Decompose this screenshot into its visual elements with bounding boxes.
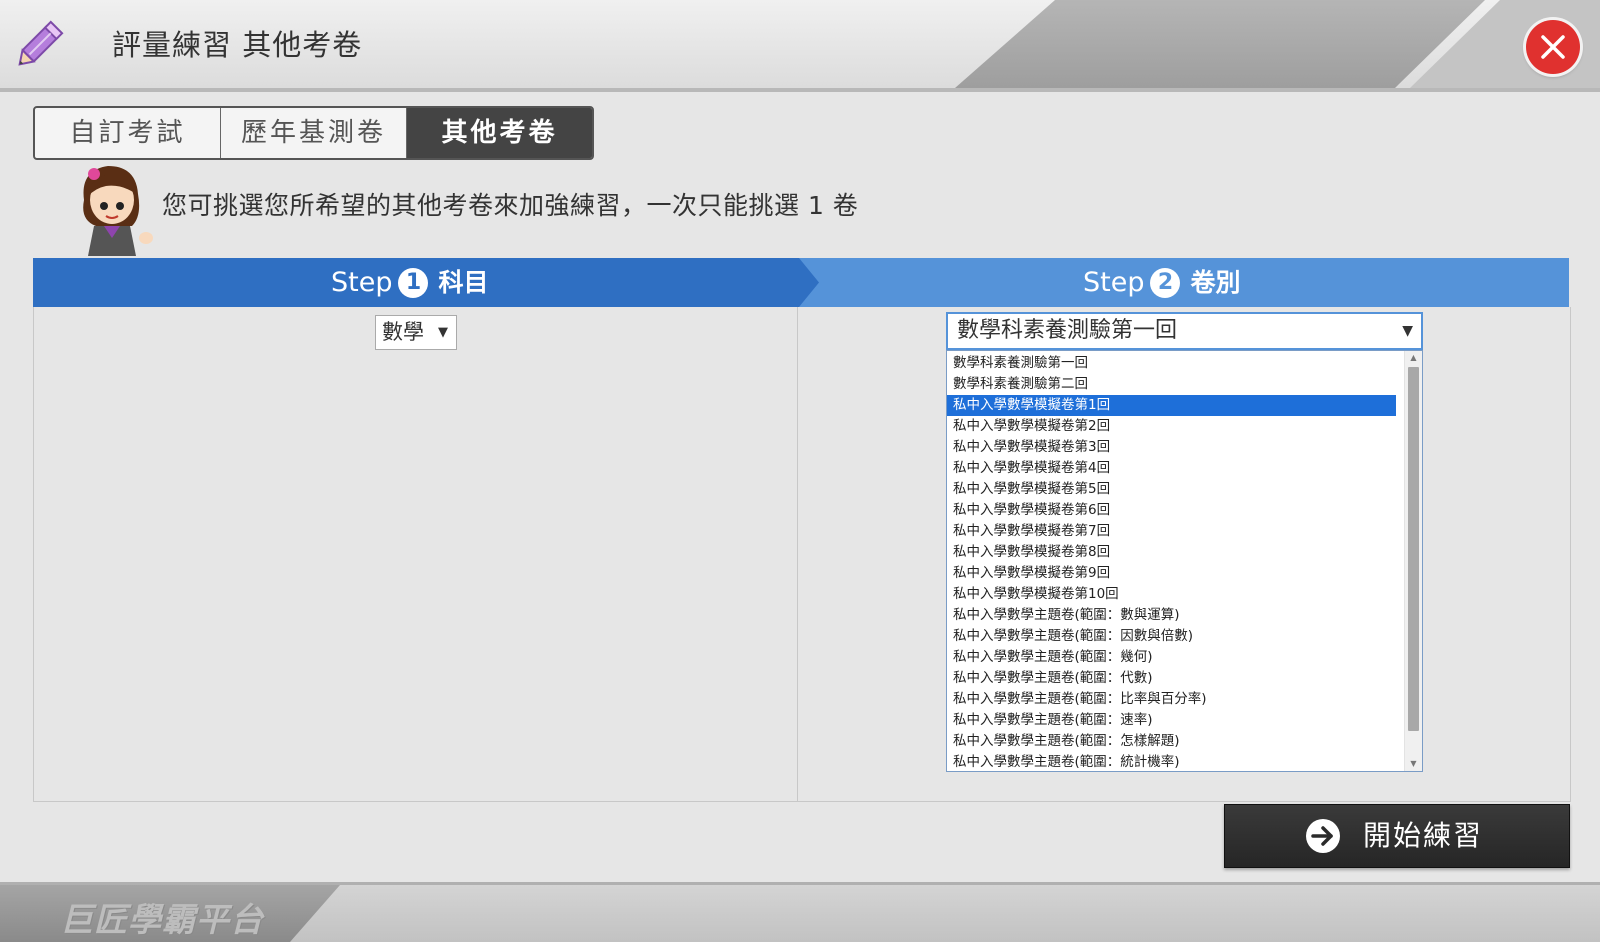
close-icon bbox=[1541, 35, 1565, 59]
tab-past-exams[interactable]: 歷年基測卷 bbox=[221, 108, 407, 158]
dropdown-option[interactable]: 私中入學數學主題卷(範圍：速率) bbox=[947, 710, 1396, 731]
tab-bar: 自訂考試 歷年基測卷 其他考卷 bbox=[33, 106, 594, 160]
dropdown-option[interactable]: 私中入學數學模擬卷第9回 bbox=[947, 563, 1396, 584]
dropdown-option[interactable]: 私中入學數學主題卷(範圍：數與運算) bbox=[947, 605, 1396, 626]
dropdown-option[interactable]: 私中入學數學主題卷(範圍：因數與倍數) bbox=[947, 626, 1396, 647]
step-1-header: Step 1 科目 bbox=[33, 258, 851, 307]
step-2-number: 2 bbox=[1150, 268, 1181, 298]
dropdown-option[interactable]: 私中入學數學模擬卷第7回 bbox=[947, 521, 1396, 542]
dropdown-scrollbar[interactable]: ▲ ▼ bbox=[1404, 351, 1422, 771]
step-1-label: Step 1 科目 bbox=[331, 258, 489, 307]
step-bar: Step 1 科目 Step 2 卷別 bbox=[33, 258, 1569, 307]
dropdown-option[interactable]: 數學科素養測驗第二回 bbox=[947, 374, 1396, 395]
scroll-down-icon[interactable]: ▼ bbox=[1405, 757, 1422, 771]
dropdown-option[interactable]: 私中入學數學主題卷(範圍：統計機率) bbox=[947, 752, 1396, 771]
dropdown-option[interactable]: 私中入學數學模擬卷第10回 bbox=[947, 584, 1396, 605]
dropdown-option[interactable]: 私中入學數學模擬卷第8回 bbox=[947, 542, 1396, 563]
step-2-title: 卷別 bbox=[1190, 268, 1241, 297]
subject-panel bbox=[33, 307, 798, 802]
scroll-thumb[interactable] bbox=[1408, 367, 1419, 731]
close-button[interactable] bbox=[1526, 20, 1580, 74]
dropdown-option[interactable]: 私中入學數學主題卷(範圍：怎樣解題) bbox=[947, 731, 1396, 752]
header-decoration bbox=[955, 0, 1485, 88]
start-practice-label: 開始練習 bbox=[1363, 819, 1484, 852]
dropdown-option[interactable]: 私中入學數學模擬卷第4回 bbox=[947, 458, 1396, 479]
scroll-up-icon[interactable]: ▲ bbox=[1405, 351, 1422, 365]
dropdown-option[interactable]: 私中入學數學模擬卷第5回 bbox=[947, 479, 1396, 500]
title-bar: 評量練習 其他考卷 bbox=[0, 0, 1600, 92]
pencil-icon bbox=[18, 20, 64, 66]
dropdown-option[interactable]: 私中入學數學模擬卷第3回 bbox=[947, 437, 1396, 458]
step-1-number: 1 bbox=[398, 268, 429, 298]
dropdown-option-highlighted[interactable]: 私中入學數學模擬卷第1回 bbox=[947, 395, 1396, 416]
step-2-prefix: Step bbox=[1083, 267, 1145, 298]
dropdown-option[interactable]: 私中入學數學主題卷(範圍：幾何) bbox=[947, 647, 1396, 668]
subject-select-value: 數學 bbox=[382, 320, 424, 344]
dropdown-option[interactable]: 私中入學數學模擬卷第6回 bbox=[947, 500, 1396, 521]
page-title: 評量練習 其他考卷 bbox=[112, 28, 363, 62]
paper-select-value: 數學科素養測驗第一回 bbox=[957, 318, 1178, 343]
girl-avatar-icon bbox=[83, 166, 153, 256]
start-practice-button[interactable]: 開始練習 bbox=[1224, 804, 1570, 868]
brand-logo: 巨匠學霸平台 bbox=[60, 900, 264, 939]
tab-other-exams[interactable]: 其他考卷 bbox=[407, 108, 592, 158]
step-1-prefix: Step bbox=[331, 267, 393, 298]
dropdown-arrow-icon: ▼ bbox=[438, 325, 448, 340]
subject-select[interactable]: 數學 ▼ bbox=[375, 315, 457, 350]
dropdown-arrow-icon: ▼ bbox=[1402, 323, 1413, 339]
paper-dropdown-list[interactable]: 數學科素養測驗第一回 數學科素養測驗第二回 私中入學數學模擬卷第1回 私中入學數… bbox=[946, 350, 1423, 772]
tab-custom-exam[interactable]: 自訂考試 bbox=[35, 108, 221, 158]
step-1-title: 科目 bbox=[438, 268, 489, 297]
arrow-right-circle-icon bbox=[1306, 819, 1340, 853]
dropdown-option[interactable]: 數學科素養測驗第一回 bbox=[947, 353, 1396, 374]
step-2-label: Step 2 卷別 bbox=[1083, 258, 1241, 307]
instruction-text: 您可挑選您所希望的其他考卷來加強練習，一次只能挑選 1 卷 bbox=[162, 191, 859, 220]
footer: 巨匠學霸平台 bbox=[0, 882, 1600, 942]
dropdown-option[interactable]: 私中入學數學主題卷(範圍：代數) bbox=[947, 668, 1396, 689]
dropdown-items: 數學科素養測驗第一回 數學科素養測驗第二回 私中入學數學模擬卷第1回 私中入學數… bbox=[947, 351, 1422, 771]
dropdown-option[interactable]: 私中入學數學主題卷(範圍：比率與百分率) bbox=[947, 689, 1396, 710]
step-2-header: Step 2 卷別 bbox=[799, 258, 1569, 307]
paper-select[interactable]: 數學科素養測驗第一回 ▼ bbox=[946, 312, 1423, 350]
dropdown-option[interactable]: 私中入學數學模擬卷第2回 bbox=[947, 416, 1396, 437]
